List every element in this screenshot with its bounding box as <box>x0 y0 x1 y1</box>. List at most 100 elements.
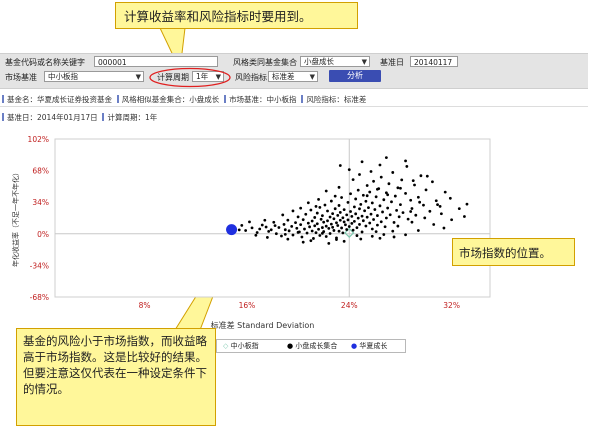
legend-label: 中小板指 <box>230 342 259 350</box>
top-callout: 计算收益率和风险指标时要用到。 <box>115 2 358 29</box>
separator-bar <box>301 95 304 103</box>
bottom-callout: 基金的风险小于市场指数，而收益略高于市场指数。这是比较好的结果。但要注意这仅代表… <box>16 328 216 426</box>
separator-bar <box>2 113 4 121</box>
data-point <box>370 227 374 231</box>
data-point <box>379 220 383 224</box>
data-point <box>272 220 276 224</box>
style-set-info: 风格相似基金集合：小盘成长 <box>121 95 220 104</box>
data-point <box>401 211 405 215</box>
data-point <box>314 204 318 208</box>
data-point <box>240 223 244 227</box>
data-point <box>374 230 378 234</box>
chevron-down-icon: ▼ <box>309 73 315 81</box>
data-point <box>264 225 268 229</box>
data-point <box>434 199 438 203</box>
data-point <box>306 221 310 225</box>
data-point <box>295 226 299 230</box>
fund-code-label: 基金代码或名称关键字 <box>5 58 85 67</box>
data-point <box>409 198 413 202</box>
data-point <box>286 218 290 222</box>
x-tick-label: 24% <box>341 301 358 310</box>
separator-bar <box>224 95 227 103</box>
data-point <box>360 214 364 218</box>
data-point <box>346 200 350 204</box>
analyze-button[interactable]: 分析 <box>329 70 381 82</box>
data-point <box>400 178 404 182</box>
chevron-down-icon: ▼ <box>361 58 367 66</box>
data-point <box>291 233 295 237</box>
style-set-value: 小盘成长 <box>304 57 334 66</box>
market-index-select[interactable]: 中小板指 ▼ <box>44 71 144 82</box>
data-point <box>345 213 349 217</box>
data-point <box>314 231 318 235</box>
market-info: 市场基准：中小板指 <box>229 95 297 104</box>
data-point <box>310 229 314 233</box>
data-point <box>287 229 291 233</box>
data-point <box>291 209 295 213</box>
data-point <box>369 170 373 173</box>
legend-item-index: ◇ 中小板指 <box>223 341 259 351</box>
data-point <box>340 196 343 199</box>
x-axis-title: 标准差 Standard Deviation <box>211 320 315 330</box>
legend-item-fund: ● 华夏成长 <box>351 341 387 351</box>
data-point <box>335 221 338 225</box>
base-date-label: 基准日 <box>380 58 404 67</box>
data-point <box>296 215 300 219</box>
data-point <box>391 171 395 174</box>
data-point <box>320 214 324 218</box>
data-point <box>340 226 343 230</box>
data-point <box>347 225 351 228</box>
data-point <box>383 225 387 229</box>
data-point <box>309 239 313 243</box>
data-point <box>358 173 361 176</box>
data-point <box>274 232 278 236</box>
data-point <box>374 195 378 199</box>
data-point <box>347 168 351 172</box>
market-index-label: 市场基准 <box>5 73 37 82</box>
data-point <box>399 203 402 207</box>
data-point <box>425 174 429 178</box>
data-point <box>273 224 277 228</box>
data-point <box>439 212 443 216</box>
data-point <box>312 237 315 240</box>
data-point <box>250 226 254 230</box>
data-point <box>411 179 415 183</box>
data-point <box>355 234 359 237</box>
data-point <box>306 201 310 205</box>
y-tick-label: 34% <box>32 198 49 207</box>
data-point <box>382 198 386 202</box>
data-point <box>396 186 400 190</box>
data-point <box>304 212 308 216</box>
data-point <box>358 223 361 226</box>
data-point <box>324 235 328 238</box>
data-point <box>376 187 379 191</box>
right-callout: 市场指数的位置。 <box>452 238 575 266</box>
risk-info: 风险指标：标准差 <box>306 95 367 104</box>
legend-item-style-set: ● 小盘成长集合 <box>287 341 337 351</box>
fund-code-input[interactable]: 000001 <box>94 56 218 67</box>
data-point <box>432 223 436 226</box>
base-date-input[interactable]: 20140117 <box>410 56 458 67</box>
data-point <box>346 218 350 222</box>
data-point <box>393 194 397 198</box>
data-point <box>329 222 333 226</box>
data-point <box>323 203 327 207</box>
data-point <box>378 204 382 208</box>
data-point <box>368 221 372 225</box>
style-set-select[interactable]: 小盘成长 ▼ <box>300 56 370 67</box>
data-point <box>359 237 363 241</box>
data-point <box>381 210 384 214</box>
data-point <box>283 232 287 236</box>
data-point <box>315 222 319 226</box>
data-point <box>338 218 342 222</box>
data-point <box>349 210 352 213</box>
risk-select[interactable]: 标准差 ▼ <box>268 71 318 82</box>
data-point <box>332 217 336 221</box>
data-point <box>300 235 304 239</box>
data-point <box>465 202 469 206</box>
data-point <box>350 215 354 218</box>
data-point <box>457 207 461 211</box>
data-point <box>356 216 360 220</box>
data-point <box>324 189 328 193</box>
fund-name-info: 基金名：华夏成长证券投资基金 <box>7 95 112 104</box>
